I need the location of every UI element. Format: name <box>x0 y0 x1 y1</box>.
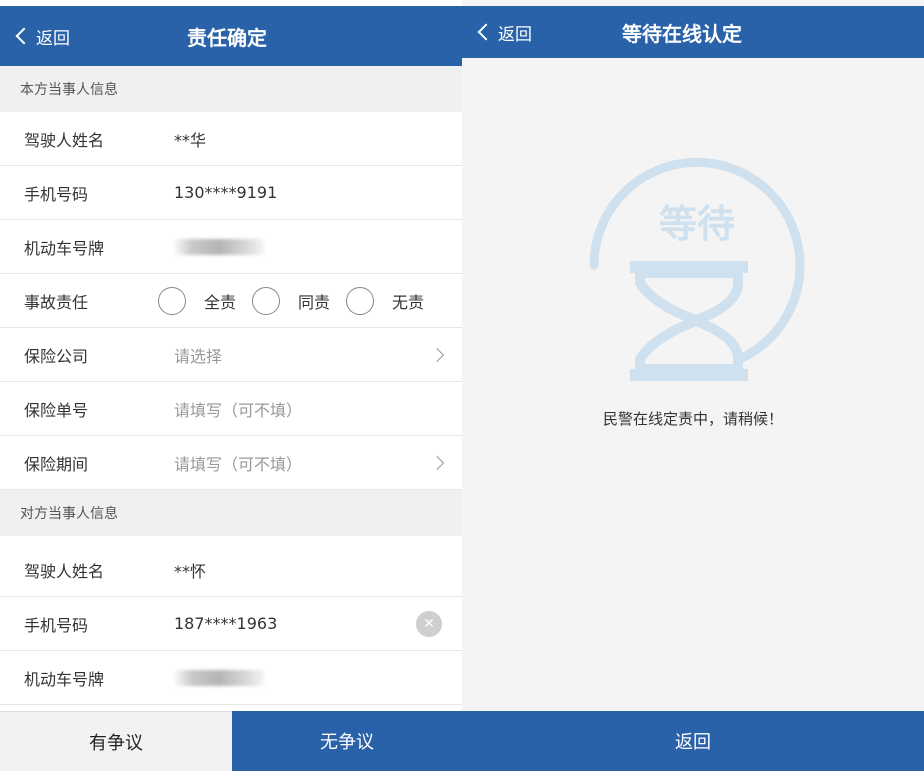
no-dispute-button[interactable]: 无争议 <box>232 711 462 771</box>
insurer-row[interactable]: 保险公司 请选择 <box>0 328 462 382</box>
radio-circle-icon <box>346 286 375 315</box>
liability-radio-group: 全责 同责 无责 <box>158 286 425 315</box>
liability-label: 事故责任 <box>24 292 89 312</box>
self-driver-value: **华 <box>174 130 207 150</box>
radio-circle-icon <box>158 286 186 315</box>
policy-row: 保险单号 请填写（可不填） <box>0 382 462 436</box>
back-chevron-icon <box>477 23 495 41</box>
liability-option-none[interactable]: 无责 <box>346 286 425 315</box>
insurer-label: 保险公司 <box>24 346 89 366</box>
self-driver-label: 驾驶人姓名 <box>24 130 105 150</box>
period-label: 保险期间 <box>24 454 89 474</box>
liability-option-equal[interactable]: 同责 <box>252 286 331 315</box>
self-driver-row: 驾驶人姓名 **华 <box>0 112 462 166</box>
chevron-right-icon <box>429 347 445 362</box>
clear-icon[interactable]: ✕ <box>416 610 442 637</box>
dispute-button[interactable]: 有争议 <box>0 711 232 771</box>
liability-option-full[interactable]: 全责 <box>158 286 237 315</box>
policy-label: 保险单号 <box>24 400 89 420</box>
badge-text: 等待 <box>659 202 735 246</box>
radio-circle-icon <box>252 286 281 315</box>
back-button[interactable]: 返回 <box>476 6 532 58</box>
hourglass-icon: 等待 <box>589 157 805 381</box>
other-section-title: 对方当事人信息 <box>0 490 462 536</box>
period-row[interactable]: 保险期间 请填写（可不填） <box>0 436 462 490</box>
back-label: 返回 <box>36 28 70 49</box>
self-plate-label: 机动车号牌 <box>24 238 105 258</box>
self-phone-value: 130****9191 <box>174 183 278 202</box>
wait-message: 民警在线定责中，请稍候！ <box>602 410 783 428</box>
back-label: 返回 <box>498 24 532 45</box>
other-driver-value: **怀 <box>174 561 207 581</box>
self-section-title: 本方当事人信息 <box>0 66 462 112</box>
back-chevron-icon <box>15 27 33 45</box>
liability-option-label: 全责 <box>204 292 237 312</box>
waiting-screen: 返回 等待在线认定 等待 民警在线定责中，请稍候！ 返回 <box>462 0 924 771</box>
page-title: 责任确定 <box>187 25 267 50</box>
other-plate-redacted <box>174 670 264 686</box>
liability-screen: 返回 责任确定 本方当事人信息 驾驶人姓名 **华 手机号码 130****91… <box>0 0 462 771</box>
other-phone-value[interactable]: 187****1963 <box>174 614 277 633</box>
self-phone-row: 手机号码 130****9191 <box>0 166 462 220</box>
header: 返回 等待在线认定 <box>462 6 924 58</box>
page-title: 等待在线认定 <box>622 21 742 46</box>
self-plate-redacted <box>174 239 264 255</box>
other-phone-label: 手机号码 <box>24 615 89 635</box>
liability-option-label: 无责 <box>392 292 425 312</box>
self-phone-label: 手机号码 <box>24 184 89 204</box>
period-input[interactable]: 请填写（可不填） <box>174 451 302 475</box>
other-driver-row: 驾驶人姓名 **怀 <box>0 543 462 597</box>
liability-row: 事故责任 全责 同责 无责 <box>0 274 462 328</box>
return-button[interactable]: 返回 <box>462 711 924 771</box>
back-button[interactable]: 返回 <box>14 6 70 66</box>
policy-input[interactable]: 请填写（可不填） <box>174 397 302 421</box>
liability-option-label: 同责 <box>298 292 331 312</box>
header: 返回 责任确定 <box>0 6 462 66</box>
chevron-right-icon <box>429 455 445 470</box>
other-driver-label: 驾驶人姓名 <box>24 561 105 581</box>
self-plate-row: 机动车号牌 <box>0 220 462 274</box>
other-phone-row: 手机号码 187****1963 ✕ <box>0 597 462 651</box>
other-plate-label: 机动车号牌 <box>24 669 105 689</box>
other-plate-row: 机动车号牌 <box>0 651 462 705</box>
insurer-select[interactable]: 请选择 <box>174 343 222 367</box>
